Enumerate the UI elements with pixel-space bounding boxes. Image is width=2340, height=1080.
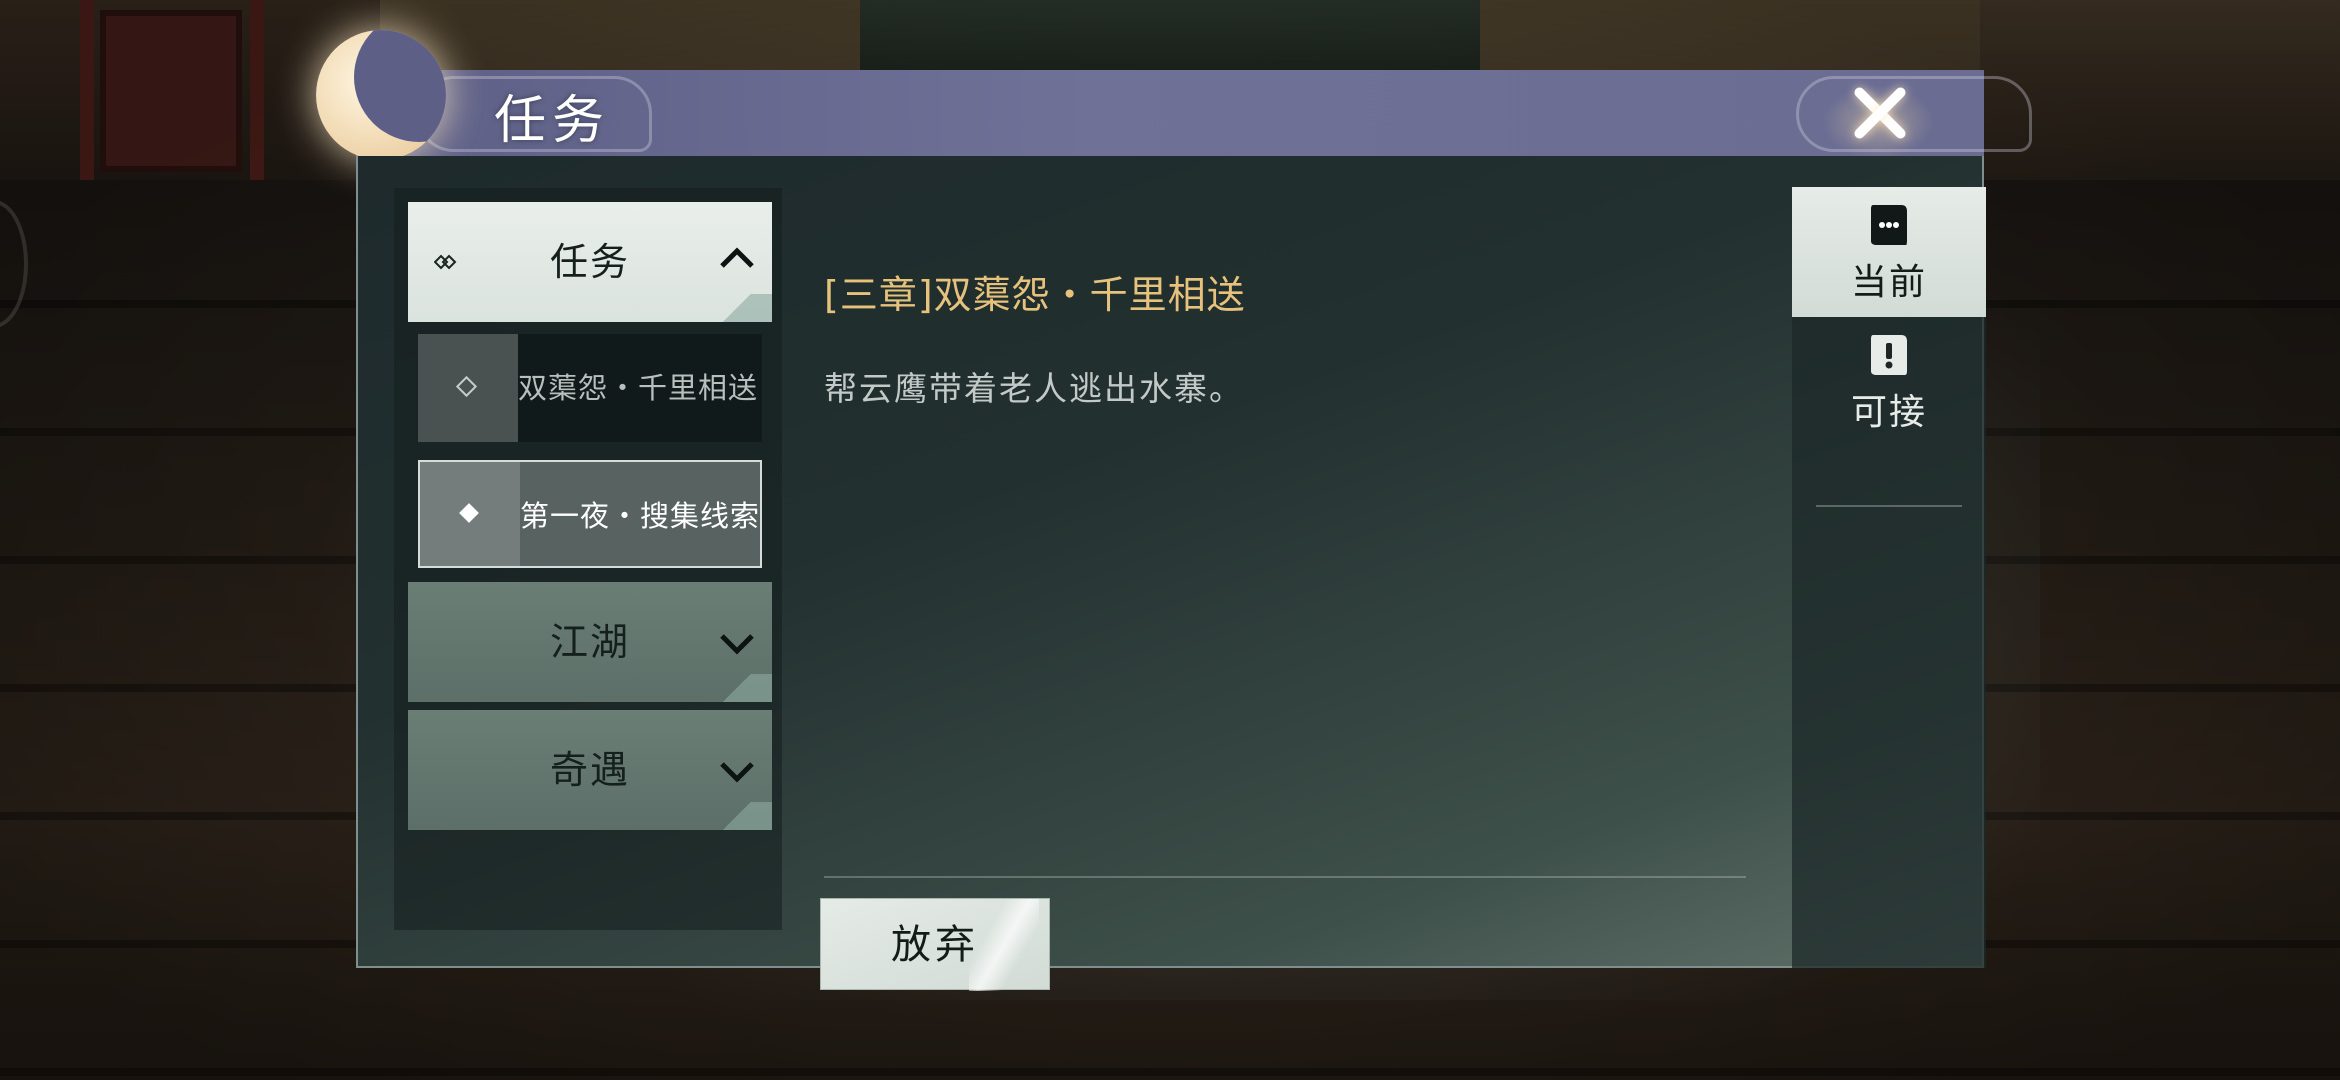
quest-detail-title: [三章]双蕖怨・千里相送 [824, 273, 1246, 317]
tab-current[interactable]: 当前 [1792, 187, 1986, 317]
dialog-title: 任务 [494, 91, 611, 151]
scroll-exclaim-icon [1867, 331, 1911, 379]
quest-item-soujixiansuo[interactable]: 第一夜・搜集线索 [418, 460, 762, 568]
tab-label: 可接 [1850, 392, 1927, 433]
quest-list-panel: 任务 双蕖怨・千里相送 第一夜・搜集线索 江湖 奇遇 [394, 188, 782, 930]
tab-label: 当前 [1850, 262, 1927, 303]
ink-ornament [702, 674, 772, 702]
crescent-moon-icon [316, 30, 446, 160]
tab-divider [1816, 505, 1962, 507]
ink-ornament [702, 294, 772, 322]
quest-item-label: 第一夜・搜集线索 [520, 499, 761, 533]
quest-tab-column: 当前 可接 [1792, 187, 1986, 968]
tab-available[interactable]: 可接 [1792, 317, 1986, 447]
abandon-button-label: 放弃 [891, 922, 979, 968]
dialog-header: 任务 [316, 30, 2032, 162]
quest-detail-description: 帮云鹰带着老人逃出水寨。 [824, 369, 1244, 408]
ink-ornament [702, 802, 772, 830]
chevron-down-icon [720, 632, 754, 662]
close-icon[interactable] [1840, 74, 1920, 154]
category-qiyu[interactable]: 奇遇 [408, 710, 772, 830]
detail-divider [824, 876, 1746, 878]
quest-item-label: 双蕖怨・千里相送 [518, 371, 759, 405]
scroll-dots-icon [1867, 201, 1911, 249]
chevron-down-icon [720, 760, 754, 790]
quest-item-qianli-xiangsong[interactable]: 双蕖怨・千里相送 [418, 334, 762, 442]
category-quests[interactable]: 任务 [408, 202, 772, 322]
category-jianghu[interactable]: 江湖 [408, 582, 772, 702]
dialog-body: 任务 双蕖怨・千里相送 第一夜・搜集线索 江湖 奇遇 [三章]双蕖怨・千里相送 … [356, 156, 1986, 991]
abandon-quest-button[interactable]: 放弃 [820, 898, 1050, 991]
quest-dialog: 任务 任务 双蕖怨・千里相送 第一夜・搜集线索 江湖 奇遇 [三章]双蕖怨・千里… [316, 30, 2032, 991]
chevron-up-icon [720, 246, 754, 276]
